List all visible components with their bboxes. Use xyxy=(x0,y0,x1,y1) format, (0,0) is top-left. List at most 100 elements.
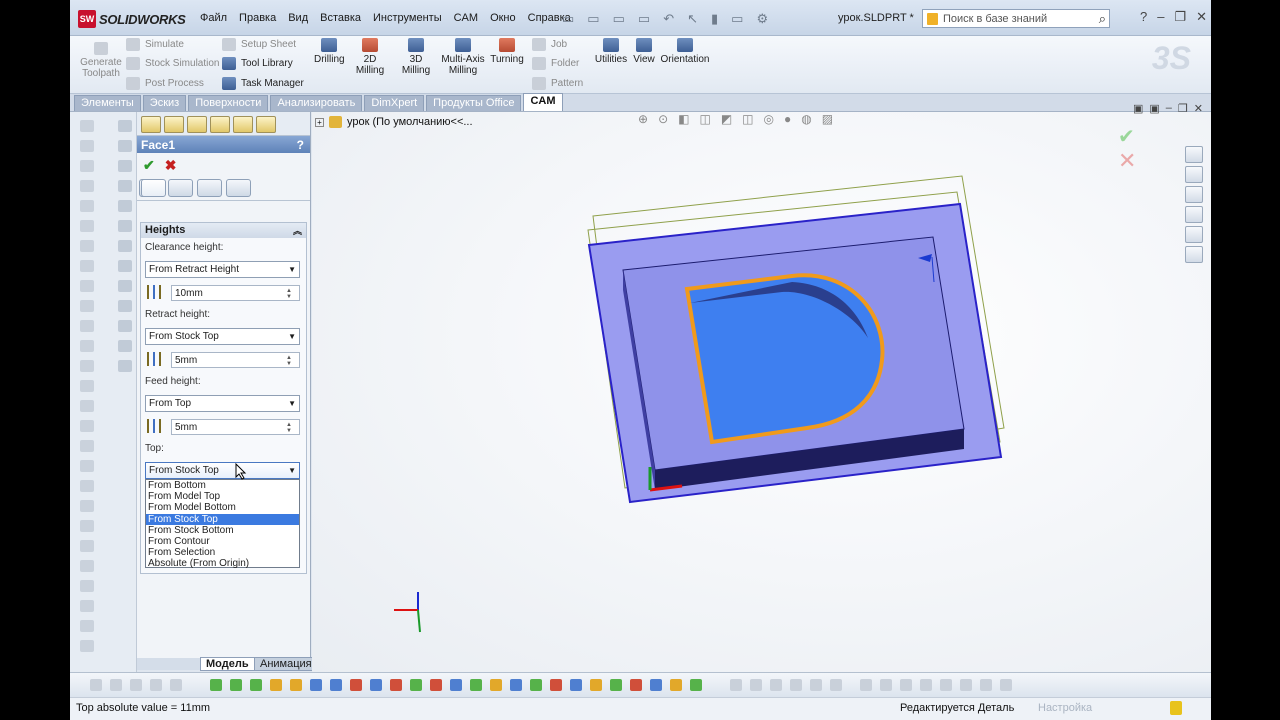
turning-button[interactable]: Turning xyxy=(490,38,524,65)
help-icon[interactable]: ? xyxy=(1140,9,1147,25)
option-from-selection[interactable]: From Selection xyxy=(146,547,299,558)
task-manager-button[interactable]: Task Manager xyxy=(222,77,304,90)
config-manager-tab-icon[interactable] xyxy=(187,116,207,133)
tool-icon[interactable] xyxy=(118,280,132,292)
tool-icon[interactable] xyxy=(80,120,94,132)
sketch-tool-icon[interactable] xyxy=(770,679,782,691)
filter-vertices-icon[interactable] xyxy=(250,679,262,691)
view-button[interactable]: View xyxy=(630,38,658,65)
heights-tab-icon[interactable] xyxy=(141,179,166,197)
folder-button[interactable]: Folder xyxy=(532,57,579,70)
menu-file[interactable]: Файл xyxy=(194,12,233,24)
close-button[interactable]: ✕ xyxy=(1196,9,1207,25)
spin-icon[interactable]: ▲ ▼ xyxy=(286,288,296,300)
simulate-button[interactable]: Simulate xyxy=(126,38,184,51)
feature-tree-tab-icon[interactable] xyxy=(141,116,161,133)
menu-edit[interactable]: Правка xyxy=(233,12,282,24)
feed-height-select[interactable]: From Top ▼ xyxy=(145,395,300,412)
search-input[interactable]: Поиск в базе знаний xyxy=(943,13,1094,25)
sketch-tool-icon[interactable] xyxy=(860,679,872,691)
filter-icon[interactable] xyxy=(630,679,642,691)
tool-icon[interactable] xyxy=(80,160,94,172)
tool-icon[interactable] xyxy=(80,180,94,192)
property-manager-tab-icon[interactable] xyxy=(164,116,184,133)
top-select[interactable]: From Stock Top ▼ xyxy=(145,462,300,479)
sketch-tool-icon[interactable] xyxy=(980,679,992,691)
filter-icon[interactable] xyxy=(390,679,402,691)
filter-icon[interactable] xyxy=(370,679,382,691)
filter-icon[interactable] xyxy=(550,679,562,691)
filter-icon[interactable] xyxy=(350,679,362,691)
tool-icon[interactable] xyxy=(118,320,132,332)
tool-icon[interactable] xyxy=(118,240,132,252)
filter-icon[interactable] xyxy=(410,679,422,691)
filter-icon[interactable] xyxy=(310,679,322,691)
filter-planes-icon[interactable] xyxy=(270,679,282,691)
option-from-stock-bottom[interactable]: From Stock Bottom xyxy=(146,525,299,536)
sketch-tool-icon[interactable] xyxy=(790,679,802,691)
menu-window[interactable]: Окно xyxy=(484,12,522,24)
option-from-contour[interactable]: From Contour xyxy=(146,536,299,547)
sketch-tool-icon[interactable] xyxy=(960,679,972,691)
search-icon[interactable]: ⌕ xyxy=(1099,11,1106,27)
tab-model[interactable]: Модель xyxy=(200,657,255,671)
filter-icon[interactable] xyxy=(470,679,482,691)
filter-icon[interactable] xyxy=(90,679,102,691)
knowledge-search[interactable]: Поиск в базе знаний ⌕ xyxy=(922,9,1110,28)
tool-icon[interactable] xyxy=(118,220,132,232)
tab-evaluate[interactable]: Анализировать xyxy=(270,95,363,111)
filter-icon[interactable] xyxy=(590,679,602,691)
tool-icon[interactable] xyxy=(118,180,132,192)
sketch-tool-icon[interactable] xyxy=(880,679,892,691)
menu-insert[interactable]: Вставка xyxy=(314,12,367,24)
tool-icon[interactable] xyxy=(80,240,94,252)
tool-icon[interactable] xyxy=(80,500,94,512)
filter-icon[interactable] xyxy=(490,679,502,691)
tool-icon[interactable] xyxy=(80,200,94,212)
menu-tools[interactable]: Инструменты xyxy=(367,12,448,24)
options-tab-icon[interactable] xyxy=(226,179,251,197)
sketch-tool-icon[interactable] xyxy=(1000,679,1012,691)
tool-icon[interactable] xyxy=(80,480,94,492)
sketch-tool-icon[interactable] xyxy=(750,679,762,691)
dimxpert-tab-icon[interactable] xyxy=(210,116,230,133)
filter-icon[interactable] xyxy=(450,679,462,691)
tab-features[interactable]: Элементы xyxy=(74,95,141,111)
spin-icon[interactable]: ▲ ▼ xyxy=(286,355,296,367)
ok-check-icon[interactable]: ✔ xyxy=(143,157,155,175)
cancel-x-icon[interactable]: ✖ xyxy=(165,157,177,175)
tool-icon[interactable] xyxy=(80,560,94,572)
filter-axes-icon[interactable] xyxy=(290,679,302,691)
tool-icon[interactable] xyxy=(118,340,132,352)
tool-icon[interactable] xyxy=(118,160,132,172)
filter-icon[interactable] xyxy=(610,679,622,691)
save-icon[interactable]: ▭ xyxy=(613,11,625,27)
filter-icon[interactable] xyxy=(690,679,702,691)
option-from-model-bottom[interactable]: From Model Bottom xyxy=(146,502,299,513)
multi-axis-milling-button[interactable]: Multi-Axis Milling xyxy=(440,38,486,76)
cam-tree-tab-icon[interactable] xyxy=(256,116,276,133)
option-absolute[interactable]: Absolute (From Origin) xyxy=(146,558,299,569)
feature-tab-icon[interactable] xyxy=(168,179,193,197)
generate-toolpath-button[interactable]: Generate Toolpath xyxy=(76,42,126,79)
filter-icon[interactable] xyxy=(670,679,682,691)
display-manager-tab-icon[interactable] xyxy=(233,116,253,133)
tool-icon[interactable] xyxy=(80,340,94,352)
pm-help-button[interactable]: ? xyxy=(297,138,304,152)
collapse-chevron-icon[interactable]: ︽ xyxy=(293,224,302,237)
filter-icon[interactable] xyxy=(570,679,582,691)
tab-office-products[interactable]: Продукты Office xyxy=(426,95,522,111)
tool-icon[interactable] xyxy=(118,360,132,372)
tool-icon[interactable] xyxy=(80,580,94,592)
tool-icon[interactable] xyxy=(118,120,132,132)
options-icon[interactable]: ⚙ xyxy=(756,11,768,27)
tool-icon[interactable] xyxy=(80,420,94,432)
minimize-button[interactable]: – xyxy=(1157,9,1164,25)
tool-icon[interactable] xyxy=(80,380,94,392)
tool-icon[interactable] xyxy=(80,620,94,632)
select-icon[interactable] xyxy=(130,679,142,691)
select-icon[interactable] xyxy=(170,679,182,691)
setup-sheet-button[interactable]: Setup Sheet xyxy=(222,38,296,51)
filter-icon[interactable] xyxy=(330,679,342,691)
menu-view[interactable]: Вид xyxy=(282,12,314,24)
